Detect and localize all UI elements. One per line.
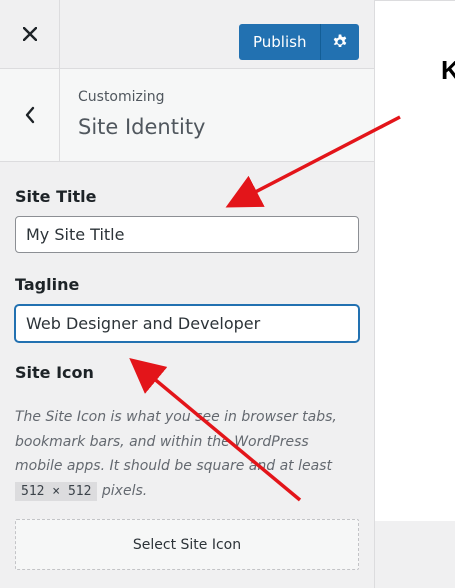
site-preview[interactable]: K bbox=[375, 0, 455, 521]
close-icon bbox=[22, 27, 37, 41]
gear-icon bbox=[334, 34, 347, 48]
tagline-input[interactable] bbox=[15, 305, 359, 342]
back-button[interactable] bbox=[0, 69, 60, 161]
chevron-left-icon bbox=[25, 106, 34, 124]
preview-site-title-fragment: K bbox=[441, 55, 455, 86]
section-header: Customizing Site Identity bbox=[0, 69, 374, 162]
publish-settings-button[interactable] bbox=[321, 24, 360, 60]
publish-button-group: Publish bbox=[239, 24, 360, 60]
select-site-icon-button[interactable]: Select Site Icon bbox=[15, 519, 359, 570]
publish-button[interactable]: Publish bbox=[239, 24, 322, 60]
site-icon-description: The Site Icon is what you see in browser… bbox=[15, 405, 355, 504]
site-icon-size-code: 512 × 512 bbox=[15, 481, 98, 501]
customizer-header: Publish bbox=[0, 0, 374, 69]
site-icon-label: Site Icon bbox=[15, 363, 94, 382]
site-icon-description-suffix: pixels. bbox=[97, 482, 148, 499]
close-customizer-button[interactable] bbox=[0, 0, 60, 68]
site-icon-description-text: The Site Icon is what you see in browser… bbox=[15, 409, 337, 474]
customizer-panel: Publish Customizing Site Identity Site T… bbox=[0, 0, 375, 588]
site-title-input[interactable] bbox=[15, 216, 359, 253]
section-title: Site Identity bbox=[78, 115, 206, 139]
tagline-label: Tagline bbox=[15, 275, 80, 294]
breadcrumb: Customizing bbox=[78, 89, 165, 105]
site-title-label: Site Title bbox=[15, 187, 97, 206]
